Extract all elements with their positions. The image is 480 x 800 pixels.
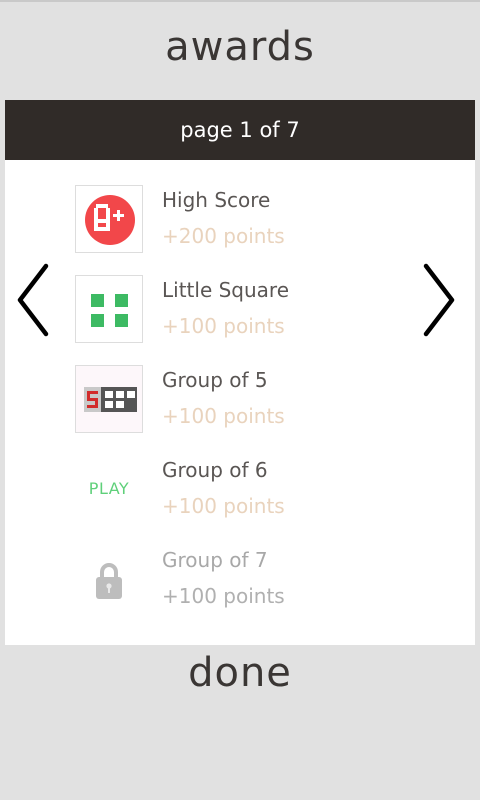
award-name: Group of 6 xyxy=(162,458,268,482)
award-name: Group of 5 xyxy=(162,368,268,392)
award-points: +100 points xyxy=(162,584,285,608)
award-item-group-of-7[interactable]: Group of 7 +100 points xyxy=(75,545,395,619)
award-item-group-of-6[interactable]: PLAY Group of 6 +100 points xyxy=(75,455,395,529)
chevron-right-icon xyxy=(423,263,455,337)
group-of-five-icon xyxy=(75,365,143,433)
award-points: +200 points xyxy=(162,224,285,248)
award-points: +100 points xyxy=(162,404,285,428)
next-page-button[interactable] xyxy=(412,262,462,338)
previous-page-button[interactable] xyxy=(10,262,60,338)
award-item-high-score[interactable]: High Score +200 points xyxy=(75,185,395,259)
award-item-group-of-5[interactable]: Group of 5 +100 points xyxy=(75,365,395,439)
chevron-left-icon xyxy=(17,263,49,337)
lock-icon xyxy=(75,545,143,613)
award-points: +100 points xyxy=(162,314,285,338)
play-badge[interactable]: PLAY xyxy=(75,455,143,523)
award-name: High Score xyxy=(162,188,271,212)
a-plus-badge-icon xyxy=(75,185,143,253)
award-name: Little Square xyxy=(162,278,290,302)
green-squares-icon xyxy=(75,275,143,343)
status-divider xyxy=(0,0,480,2)
done-button[interactable]: done xyxy=(0,650,480,696)
award-item-little-square[interactable]: Little Square +100 points xyxy=(75,275,395,349)
award-points: +100 points xyxy=(162,494,285,518)
page-indicator: page 1 of 7 xyxy=(5,100,475,160)
play-label[interactable]: PLAY xyxy=(75,479,143,498)
award-name: Group of 7 xyxy=(162,548,268,572)
awards-panel: page 1 of 7 High Score +200 points Littl… xyxy=(5,100,475,645)
page-title: awards xyxy=(165,24,315,70)
